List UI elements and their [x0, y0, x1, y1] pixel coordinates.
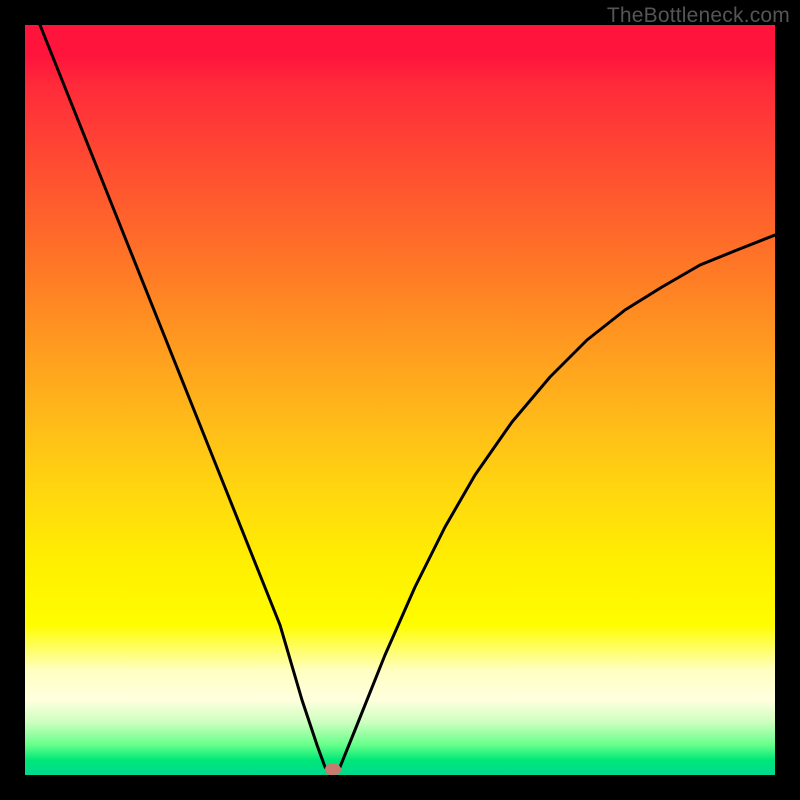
- optimum-marker: [325, 764, 341, 775]
- chart-plot-area: [25, 25, 775, 775]
- watermark-text: TheBottleneck.com: [607, 4, 790, 28]
